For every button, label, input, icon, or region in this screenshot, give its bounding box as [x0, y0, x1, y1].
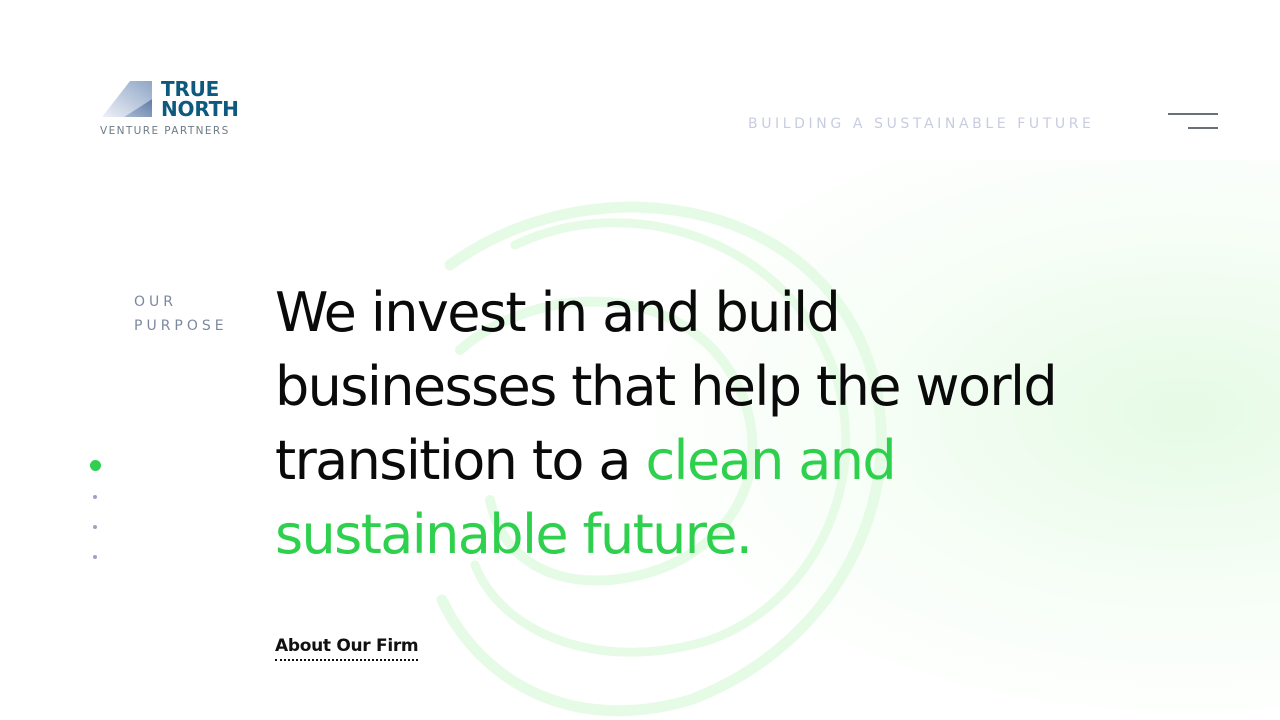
- logo-line-north: NORTH: [161, 97, 239, 121]
- menu-line-long: [1168, 113, 1218, 115]
- headline-line-1: We invest in and build: [275, 281, 841, 344]
- headline-line-3-text: transition to a: [275, 429, 646, 492]
- hamburger-menu-button[interactable]: [1164, 112, 1218, 134]
- header-tagline: BUILDING A SUSTAINABLE FUTURE: [748, 116, 1095, 132]
- slide-pagination: [86, 455, 106, 565]
- hero-headline: We invest in and build businesses that h…: [275, 276, 1095, 572]
- pagination-dot-4[interactable]: [93, 555, 97, 559]
- true-north-logo[interactable]: TRUE NORTH VENTURE PARTNERS: [100, 78, 250, 140]
- logo-mark-icon: [102, 81, 152, 117]
- pagination-dot-2[interactable]: [93, 495, 97, 499]
- logo-line-true: TRUE: [161, 77, 220, 101]
- section-label-line-1: OUR: [134, 294, 177, 310]
- section-label: OUR PURPOSE: [134, 290, 228, 338]
- headline-highlight-2: sustainable future.: [275, 503, 753, 566]
- section-label-line-2: PURPOSE: [134, 318, 228, 334]
- headline-line-3: transition to a clean and: [275, 424, 1095, 498]
- menu-line-short: [1188, 127, 1218, 129]
- logo-wordmark: TRUE NORTH: [161, 79, 239, 119]
- about-our-firm-link[interactable]: About Our Firm: [275, 634, 419, 661]
- pagination-dot-1-active[interactable]: [90, 460, 101, 471]
- headline-highlight-1: clean and: [645, 429, 896, 492]
- headline-line-2: businesses that help the world: [275, 355, 1058, 418]
- logo-subtitle: VENTURE PARTNERS: [100, 125, 230, 137]
- pagination-dot-3[interactable]: [93, 525, 97, 529]
